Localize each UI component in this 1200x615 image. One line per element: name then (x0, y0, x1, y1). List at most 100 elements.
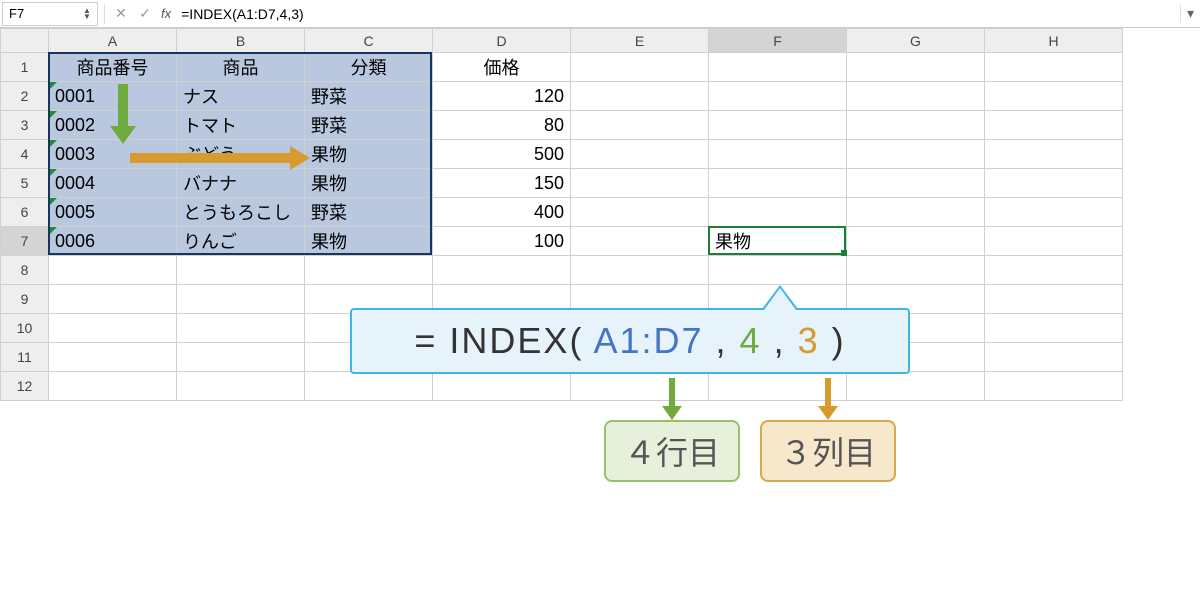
cell-A2[interactable]: 0001 (49, 82, 177, 111)
column-header-C[interactable]: C (305, 29, 433, 53)
callout-col-arg: 3 (798, 320, 820, 361)
column-header-G[interactable]: G (847, 29, 985, 53)
cell-D4[interactable]: 500 (433, 140, 571, 169)
cell-H1[interactable] (985, 53, 1123, 82)
formula-bar: F7 ▲ ▼ ✕ ✓ fx =INDEX(A1:D7,4,3) ▾ (0, 0, 1200, 28)
cell-F3[interactable] (709, 111, 847, 140)
cell-D1[interactable]: 価格 (433, 53, 571, 82)
cell-G1[interactable] (847, 53, 985, 82)
cell-D6[interactable]: 400 (433, 198, 571, 227)
callout-eq: = INDEX( (414, 320, 593, 361)
cell-H4[interactable] (985, 140, 1123, 169)
cell-A4[interactable]: 0003 (49, 140, 177, 169)
row-header-7[interactable]: 7 (1, 227, 49, 256)
cell-G7[interactable] (847, 227, 985, 256)
cell-B2[interactable]: ナス (177, 82, 305, 111)
cell-B6[interactable]: とうもろこし (177, 198, 305, 227)
divider (104, 4, 105, 24)
callout-row-arg: 4 (740, 320, 762, 361)
cell-C1[interactable]: 分類 (305, 53, 433, 82)
arrow-down-green-icon (662, 378, 682, 420)
cell-B5[interactable]: バナナ (177, 169, 305, 198)
cell-E6[interactable] (571, 198, 709, 227)
row-header-12[interactable]: 12 (1, 372, 49, 401)
row-header-10[interactable]: 10 (1, 314, 49, 343)
cell-A6[interactable]: 0005 (49, 198, 177, 227)
cell-E1[interactable] (571, 53, 709, 82)
cell-E7[interactable] (571, 227, 709, 256)
cell-F1[interactable] (709, 53, 847, 82)
cell-C2[interactable]: 野菜 (305, 82, 433, 111)
formula-input[interactable]: =INDEX(A1:D7,4,3) (175, 6, 1180, 22)
cell-H5[interactable] (985, 169, 1123, 198)
cell-E3[interactable] (571, 111, 709, 140)
confirm-formula-button[interactable]: ✓ (133, 5, 157, 22)
cell-H7[interactable] (985, 227, 1123, 256)
row-header-6[interactable]: 6 (1, 198, 49, 227)
cell-B7[interactable]: りんご (177, 227, 305, 256)
cell-D5[interactable]: 150 (433, 169, 571, 198)
formula-callout-box: = INDEX( A1:D7 , 4 , 3 ) (350, 308, 910, 374)
cell-D7[interactable]: 100 (433, 227, 571, 256)
cell-A3[interactable]: 0002 (49, 111, 177, 140)
cell-G5[interactable] (847, 169, 985, 198)
row-header-8[interactable]: 8 (1, 256, 49, 285)
cell-F6[interactable] (709, 198, 847, 227)
name-box[interactable]: F7 ▲ ▼ (2, 2, 98, 26)
cell-D3[interactable]: 80 (433, 111, 571, 140)
row-header-3[interactable]: 3 (1, 111, 49, 140)
callout-range: A1:D7 (593, 320, 703, 361)
cell-F2[interactable] (709, 82, 847, 111)
row-header-9[interactable]: 9 (1, 285, 49, 314)
row-header-5[interactable]: 5 (1, 169, 49, 198)
arrow-down-orange-icon (818, 378, 838, 420)
column-header-A[interactable]: A (49, 29, 177, 53)
cell-B3[interactable]: トマト (177, 111, 305, 140)
cell-C7[interactable]: 果物 (305, 227, 433, 256)
cell-A7[interactable]: 0006 (49, 227, 177, 256)
cell-B1[interactable]: 商品 (177, 53, 305, 82)
cell-E4[interactable] (571, 140, 709, 169)
cell-B4[interactable]: ぶどう (177, 140, 305, 169)
cell-A5[interactable]: 0004 (49, 169, 177, 198)
cell-E2[interactable] (571, 82, 709, 111)
chevron-down-icon[interactable]: ▼ (83, 14, 91, 20)
row-header-2[interactable]: 2 (1, 82, 49, 111)
cell-H2[interactable] (985, 82, 1123, 111)
cell-A8[interactable] (49, 256, 177, 285)
column-header-F[interactable]: F (709, 29, 847, 53)
cell-H6[interactable] (985, 198, 1123, 227)
column-header-B[interactable]: B (177, 29, 305, 53)
cell-E5[interactable] (571, 169, 709, 198)
spreadsheet-grid[interactable]: A B C D E F G H 1 商品番号 商品 分類 価格 2 0001 ナ… (0, 28, 1200, 401)
row-header-11[interactable]: 11 (1, 343, 49, 372)
cell-C4[interactable]: 果物 (305, 140, 433, 169)
column-header-E[interactable]: E (571, 29, 709, 53)
cell-H3[interactable] (985, 111, 1123, 140)
row-header-1[interactable]: 1 (1, 53, 49, 82)
name-box-value: F7 (9, 6, 79, 21)
cell-F4[interactable] (709, 140, 847, 169)
cancel-formula-button[interactable]: ✕ (109, 5, 133, 22)
label-row: ４行目 (604, 420, 740, 482)
column-header-D[interactable]: D (433, 29, 571, 53)
label-col: ３列目 (760, 420, 896, 482)
cell-C6[interactable]: 野菜 (305, 198, 433, 227)
name-box-stepper[interactable]: ▲ ▼ (83, 8, 91, 20)
cell-C5[interactable]: 果物 (305, 169, 433, 198)
cell-C3[interactable]: 野菜 (305, 111, 433, 140)
cell-G6[interactable] (847, 198, 985, 227)
fx-icon[interactable]: fx (157, 6, 175, 21)
formula-callout: = INDEX( A1:D7 , 4 , 3 ) ４行目 ３列目 (350, 308, 910, 482)
cell-G2[interactable] (847, 82, 985, 111)
column-header-H[interactable]: H (985, 29, 1123, 53)
cell-D2[interactable]: 120 (433, 82, 571, 111)
cell-G3[interactable] (847, 111, 985, 140)
select-all-corner[interactable] (1, 29, 49, 53)
cell-F7[interactable]: 果物 (709, 227, 847, 256)
cell-A1[interactable]: 商品番号 (49, 53, 177, 82)
cell-F5[interactable] (709, 169, 847, 198)
cell-G4[interactable] (847, 140, 985, 169)
row-header-4[interactable]: 4 (1, 140, 49, 169)
expand-formula-bar-button[interactable]: ▾ (1180, 5, 1200, 22)
